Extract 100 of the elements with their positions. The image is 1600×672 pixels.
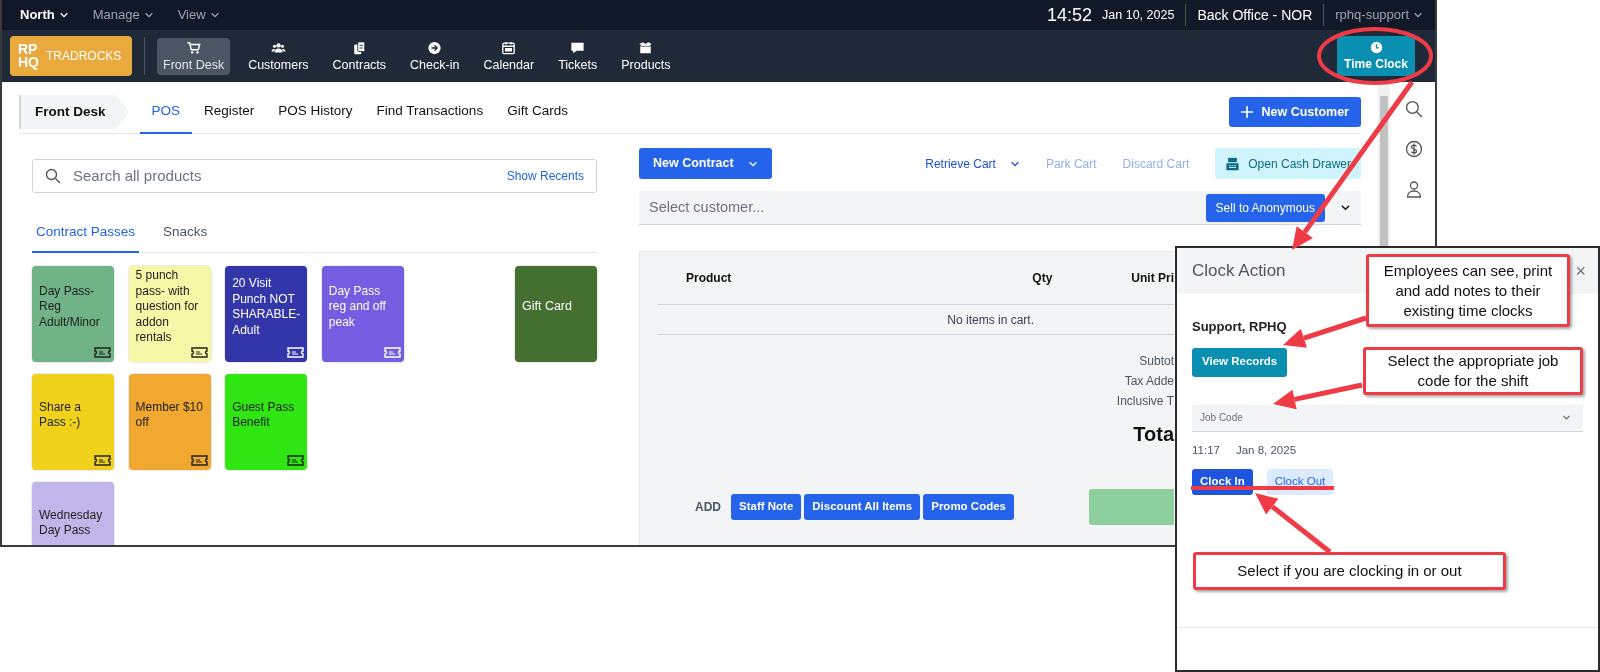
add-option-button[interactable]: Staff Note xyxy=(731,494,802,520)
product-tile[interactable]: 20 Visit Punch NOT SHARABLE-Adult xyxy=(225,266,308,362)
chevron-icon xyxy=(143,10,154,20)
tab[interactable]: POS History xyxy=(266,91,365,134)
product-label: Day Pass-Reg Adult/Minor xyxy=(39,283,101,331)
retrieve-cart-dropdown[interactable]: Retrieve Cart xyxy=(925,154,1020,173)
nav-item[interactable]: Tickets xyxy=(552,37,604,75)
product-tile[interactable]: Day Pass-Reg Adult/Minor xyxy=(32,266,114,362)
tab[interactable]: Register xyxy=(192,91,267,134)
clock-date: Jan 10, 2025 xyxy=(1102,6,1175,24)
product-label: Guest Pass Benefit xyxy=(232,399,296,431)
new-contract-button[interactable]: New Contract xyxy=(639,148,772,179)
nav-item[interactable]: Front Desk xyxy=(157,37,231,75)
speech-bubble-icon xyxy=(570,40,586,55)
ticket-icon xyxy=(190,347,208,358)
add-option-button[interactable]: Promo Codes xyxy=(923,494,1014,520)
cash-drawer-button[interactable]: Open Cash Drawer xyxy=(1215,148,1361,179)
calendar-icon xyxy=(501,40,517,55)
clock-date: Jan 8, 2025 xyxy=(1235,442,1297,458)
product-label: 20 Visit Punch NOT SHARABLE-Adult xyxy=(232,276,302,338)
clock-time: 14:52 xyxy=(1047,3,1093,27)
product-tile[interactable]: 5 punch pass- with question for addon rentals xyxy=(128,266,211,362)
annotation-callout: Employees can see, print and add notes to their existing time clocks xyxy=(1366,254,1570,327)
tab[interactable]: Gift Cards xyxy=(495,91,580,134)
location-label: Back Office - NOR xyxy=(1197,5,1313,25)
plus-icon xyxy=(1241,106,1254,118)
dialog-title: Clock Action xyxy=(1192,260,1286,283)
clock-time: 11:17 xyxy=(1192,442,1220,458)
logo-name: TRADROCKS xyxy=(46,48,122,65)
documents-icon xyxy=(351,40,367,55)
product-label: Day Pass reg and off peak xyxy=(328,283,387,331)
empty-cart-text: No items in cart. xyxy=(947,311,1034,329)
tab[interactable]: Find Transactions xyxy=(364,91,496,134)
category-tab[interactable]: Contract Passes xyxy=(32,213,140,253)
person-icon xyxy=(1404,180,1423,198)
add-option-button[interactable]: Discount All Items xyxy=(804,494,921,520)
chevron-icon xyxy=(209,10,220,20)
search-icon xyxy=(45,168,61,184)
add-label: ADD xyxy=(695,499,721,516)
time-clock-button[interactable]: Time Clock xyxy=(1337,36,1415,76)
ticket-icon xyxy=(94,347,111,358)
chevron-icon xyxy=(58,10,69,20)
nav-item[interactable]: Contracts xyxy=(326,37,393,75)
cart-icon xyxy=(186,40,202,55)
checkout-button[interactable] xyxy=(1089,489,1174,525)
ticket-icon xyxy=(287,347,305,358)
chevron-icon xyxy=(1413,10,1423,20)
annotation-callout: Select the appropriate job code for the shift xyxy=(1363,347,1583,395)
nav-item[interactable]: Products xyxy=(615,37,677,75)
menu-item[interactable]: Manage xyxy=(92,5,154,25)
nav-item[interactable]: Check-in xyxy=(404,37,466,75)
nav-item[interactable]: Calendar xyxy=(477,37,541,75)
total-label: Inclusive T xyxy=(1116,393,1174,410)
show-recents-link[interactable]: Show Recents xyxy=(506,167,584,185)
product-tile[interactable]: Day Pass reg and off peak xyxy=(321,266,404,362)
product-tile[interactable]: Share a Pass :-) xyxy=(32,374,114,470)
product-tile[interactable]: Member $10 off xyxy=(128,374,211,470)
view-records-button[interactable]: View Records xyxy=(1192,347,1288,377)
clock-icon xyxy=(1369,41,1383,54)
job-code-select[interactable]: Job Code xyxy=(1192,404,1583,432)
user-menu[interactable]: rphq-support xyxy=(1335,5,1423,25)
breadcrumb-label: Front Desk xyxy=(19,95,130,129)
arrow-circle-icon xyxy=(427,40,443,55)
ticket-icon xyxy=(94,455,111,466)
product-label: Wednesday Day Pass xyxy=(39,507,104,539)
customer-select[interactable]: Select customer... Sell to Anonymous xyxy=(639,191,1361,225)
chevron-icon xyxy=(1562,413,1571,422)
total-label: Subtot xyxy=(1139,353,1174,370)
logo-mark-text: RP xyxy=(18,43,39,56)
product-label: Member $10 off xyxy=(135,399,204,431)
menu-item[interactable]: North xyxy=(20,5,69,25)
close-button[interactable]: × xyxy=(1571,262,1590,280)
search-field[interactable]: Search all products Show Recents xyxy=(32,159,597,193)
sell-anonymous-button[interactable]: Sell to Anonymous xyxy=(1205,193,1325,222)
column-header: Product xyxy=(686,271,732,285)
job-code-placeholder: Job Code xyxy=(1200,411,1243,425)
total-label: Tax Adde xyxy=(1124,373,1174,390)
cash-register-icon xyxy=(1225,156,1241,171)
ticket-icon xyxy=(190,455,208,466)
search-icon xyxy=(1404,100,1423,118)
nav-item[interactable]: Customers xyxy=(242,37,315,75)
category-tab[interactable]: Snacks xyxy=(159,213,212,253)
annotation-callout: Select if you are clocking in or out xyxy=(1193,552,1506,590)
users-icon xyxy=(270,40,286,55)
product-tile[interactable]: Guest Pass Benefit xyxy=(225,374,308,470)
grand-total-label: Tota xyxy=(1133,422,1174,447)
column-header: Unit Pri xyxy=(1131,271,1174,285)
product-label: Share a Pass :-) xyxy=(39,399,83,431)
product-tile[interactable]: Gift Card xyxy=(514,266,597,362)
dollar-icon xyxy=(1404,140,1423,158)
product-tile[interactable]: Wednesday Day Pass xyxy=(32,482,114,545)
box-icon xyxy=(638,40,654,55)
employee-name: Support, RPHQ xyxy=(1192,318,1287,336)
ticket-icon xyxy=(383,347,401,358)
menu-item[interactable]: View xyxy=(177,5,220,25)
product-label: 5 punch pass- with question for addon rentals xyxy=(135,268,200,346)
column-header: Qty xyxy=(1032,271,1053,285)
new-customer-button[interactable]: New Customer xyxy=(1229,97,1361,127)
tab[interactable]: POS xyxy=(139,91,193,134)
chevron-icon xyxy=(1340,202,1351,213)
